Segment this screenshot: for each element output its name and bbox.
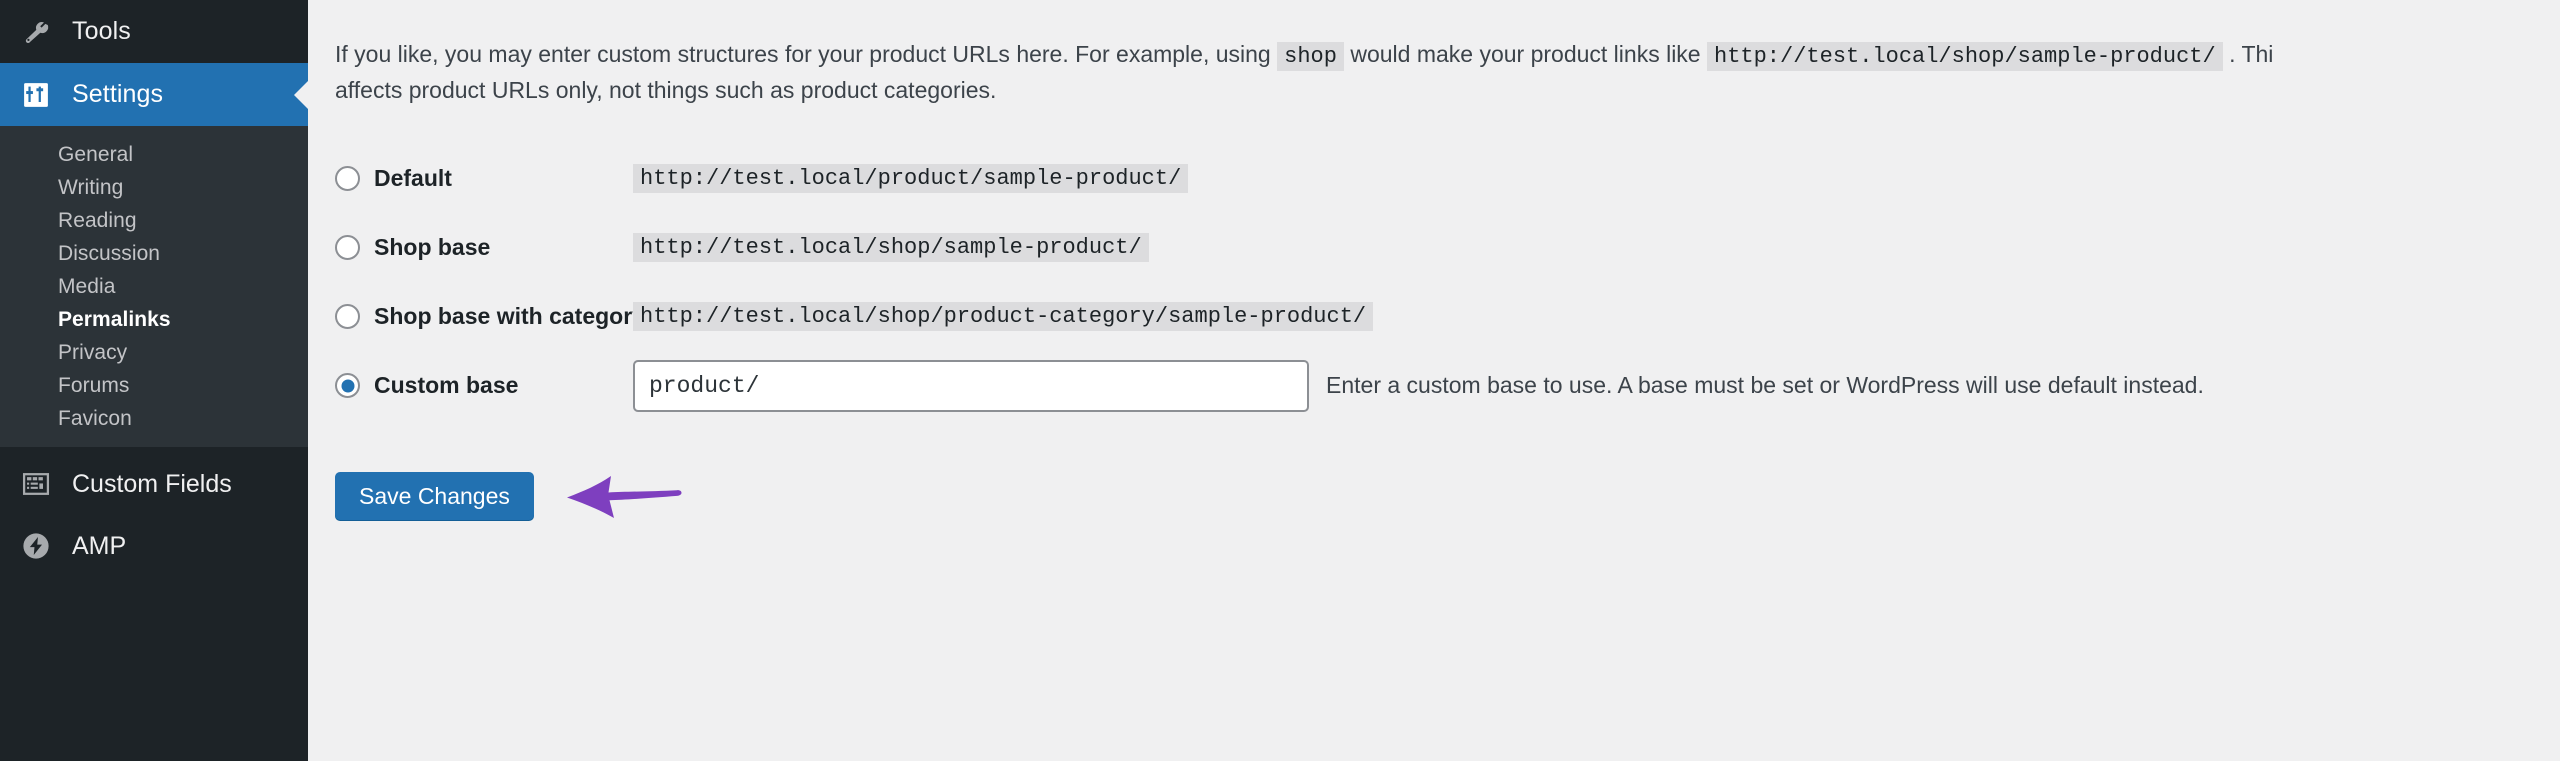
- permalink-option-shop-base-with-category[interactable]: Shop base with category http://test.loca…: [335, 282, 2560, 351]
- sidebar-item-custom-fields-label: Custom Fields: [72, 470, 232, 499]
- permalink-option-shop-base-url: http://test.local/shop/sample-product/: [633, 233, 1149, 262]
- sidebar-item-amp-label: AMP: [72, 532, 126, 561]
- custom-base-input[interactable]: [633, 360, 1309, 412]
- custom-base-hint: Enter a custom base to use. A base must …: [1326, 372, 2204, 399]
- sidebar-item-settings[interactable]: Settings: [0, 63, 308, 126]
- submenu-item-reading[interactable]: Reading: [0, 204, 308, 237]
- permalink-option-default[interactable]: Default http://test.local/product/sample…: [335, 144, 2560, 213]
- permalink-option-custom-base-label: Custom base: [374, 372, 518, 399]
- submenu-item-general[interactable]: General: [0, 138, 308, 171]
- radio-shop-base-with-category[interactable]: [335, 304, 360, 329]
- permalink-option-default-label: Default: [374, 165, 452, 192]
- submenu-item-media[interactable]: Media: [0, 270, 308, 303]
- permalink-option-shop-base-label-cell[interactable]: Shop base: [335, 234, 633, 261]
- permalink-options-table: Default http://test.local/product/sample…: [308, 144, 2560, 420]
- permalink-option-shop-base-value-cell: http://test.local/shop/sample-product/: [633, 233, 1149, 262]
- settings-submenu: General Writing Reading Discussion Media…: [0, 126, 308, 447]
- permalink-option-shop-base-with-category-url: http://test.local/shop/product-category/…: [633, 302, 1373, 331]
- permalink-option-shop-base-label: Shop base: [374, 234, 490, 261]
- permalink-option-custom-base-label-cell[interactable]: Custom base: [335, 372, 633, 399]
- intro-code-shop: shop: [1277, 42, 1344, 71]
- permalink-intro-text: If you like, you may enter custom struct…: [308, 23, 2560, 108]
- settings-sliders-icon: [22, 81, 56, 109]
- intro-code-example-url: http://test.local/shop/sample-product/: [1707, 42, 2223, 71]
- intro-part-1: If you like, you may enter custom struct…: [335, 41, 1271, 67]
- permalink-option-default-value-cell: http://test.local/product/sample-product…: [633, 164, 1188, 193]
- permalink-option-shop-base-with-category-value-cell: http://test.local/shop/product-category/…: [633, 302, 1373, 331]
- amp-bolt-icon: [22, 532, 56, 560]
- permalinks-settings-panel: If you like, you may enter custom struct…: [308, 0, 2560, 761]
- annotation-left-arrow: [564, 466, 684, 526]
- sidebar-item-custom-fields[interactable]: Custom Fields: [0, 453, 308, 515]
- submenu-item-privacy[interactable]: Privacy: [0, 336, 308, 369]
- permalink-option-shop-base[interactable]: Shop base http://test.local/shop/sample-…: [335, 213, 2560, 282]
- submenu-item-permalinks[interactable]: Permalinks: [0, 303, 308, 336]
- custom-fields-icon: [22, 470, 56, 498]
- submenu-item-favicon[interactable]: Favicon: [0, 402, 308, 435]
- radio-custom-base[interactable]: [335, 373, 360, 398]
- wrench-icon: [22, 18, 56, 46]
- intro-line-2: affects product URLs only, not things su…: [335, 73, 2560, 108]
- sidebar-item-settings-label: Settings: [72, 80, 163, 109]
- permalink-option-default-url: http://test.local/product/sample-product…: [633, 164, 1188, 193]
- sidebar-item-amp[interactable]: AMP: [0, 515, 308, 577]
- admin-screen: Tools Settings General Writing: [0, 0, 2560, 761]
- permalink-option-shop-base-with-category-label: Shop base with category: [374, 303, 645, 330]
- permalink-option-default-label-cell[interactable]: Default: [335, 165, 633, 192]
- permalink-option-custom-base-value-cell: Enter a custom base to use. A base must …: [633, 360, 2204, 412]
- save-changes-button[interactable]: Save Changes: [335, 472, 534, 520]
- permalink-option-custom-base[interactable]: Custom base Enter a custom base to use. …: [335, 351, 2560, 420]
- submenu-item-discussion[interactable]: Discussion: [0, 237, 308, 270]
- submenu-item-forums[interactable]: Forums: [0, 369, 308, 402]
- active-menu-pointer: [294, 81, 308, 109]
- radio-shop-base[interactable]: [335, 235, 360, 260]
- radio-default[interactable]: [335, 166, 360, 191]
- intro-part-2: would make your product links like: [1350, 41, 1700, 67]
- sidebar-item-tools-label: Tools: [72, 17, 131, 46]
- intro-part-3: . Thi: [2229, 41, 2273, 67]
- submenu-item-writing[interactable]: Writing: [0, 171, 308, 204]
- admin-sidebar: Tools Settings General Writing: [0, 0, 308, 761]
- sidebar-item-tools[interactable]: Tools: [0, 0, 308, 63]
- permalink-option-shop-base-with-category-label-cell[interactable]: Shop base with category: [335, 303, 633, 330]
- submit-area: Save Changes: [308, 466, 2560, 526]
